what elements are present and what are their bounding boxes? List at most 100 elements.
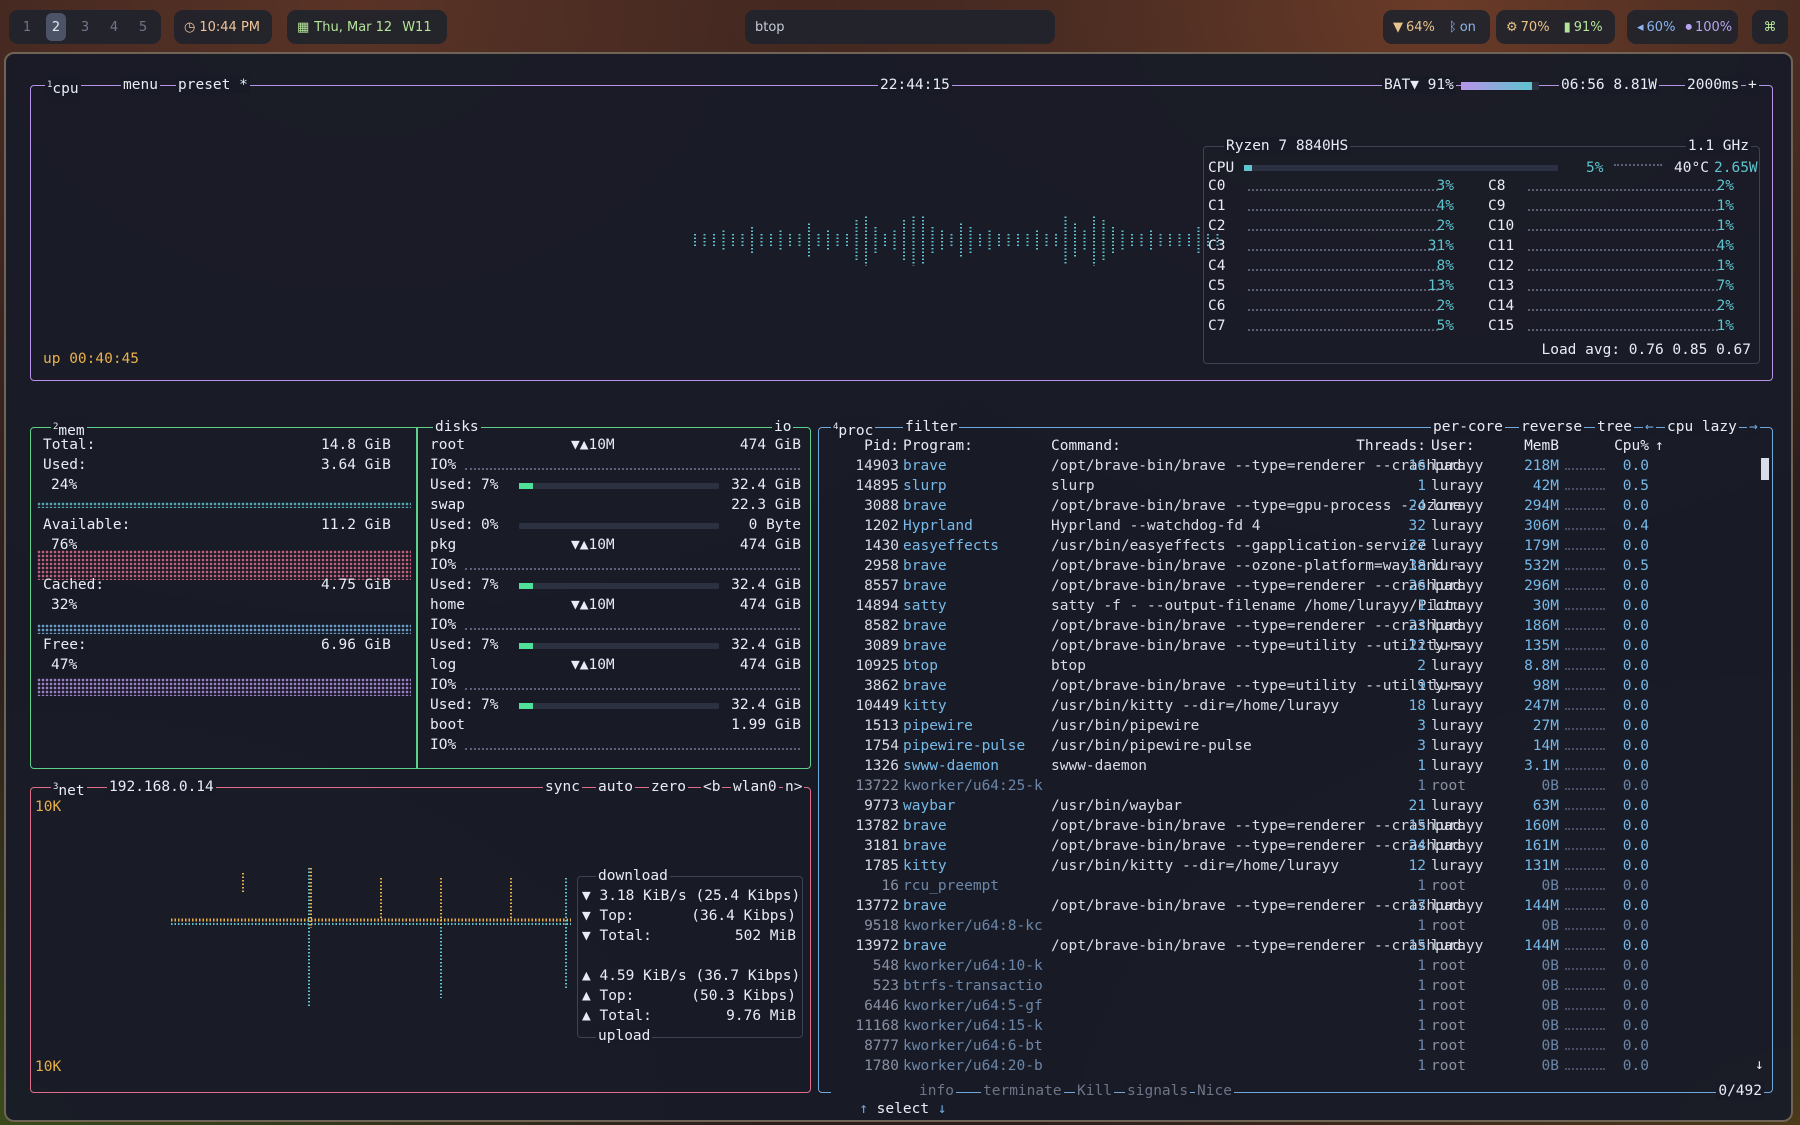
process-row[interactable]: 9518 kworker/u64:8-kc 1 root 0B 0.0 [819,916,1772,936]
process-pid: 8557 [864,578,899,594]
process-row[interactable]: 3862 brave/opt/brave-bin/brave --type=uti… [819,676,1772,696]
net-title[interactable]: 3net [51,778,87,800]
disk-home-name: home [430,597,465,613]
process-mem: 0B [1541,878,1559,894]
sort-mode[interactable]: cpu lazy [1665,418,1739,436]
audio-widget[interactable]: ◂ 60% ⏺ 100% [1627,10,1738,44]
process-row[interactable]: 13722 kworker/u64:25-k 1 root 0B 0.0 [819,776,1772,796]
process-row[interactable]: 11168 kworker/u64:15-k 1 root 0B 0.0 [819,1016,1772,1036]
update-interval[interactable]: 2000ms [1685,76,1742,94]
header-cpu[interactable]: Cpu% [1609,436,1649,456]
header-threads[interactable]: Threads: [1339,436,1426,456]
interval-increase-button[interactable]: + [1746,76,1759,94]
process-program: brave [903,678,947,694]
per-core-toggle[interactable]: per-core [1431,418,1505,436]
process-row[interactable]: 3181 brave/opt/brave-bin/brave --type=ren… [819,836,1772,856]
cpu-power: 2.65W [1714,160,1758,176]
disks-title[interactable]: disks [433,418,481,436]
process-cpu-graph [1565,1068,1605,1070]
process-mem: 0B [1541,1058,1559,1074]
process-row[interactable]: 10449 kitty/usr/bin/kitty --dir=/home/lur… [819,696,1772,716]
terminate-button[interactable]: terminate [981,1082,1064,1100]
upload-top: (50.3 Kibps) [691,988,796,1004]
reverse-toggle[interactable]: reverse [1519,418,1585,436]
select-up-icon[interactable]: ↑ [859,1101,876,1117]
process-row[interactable]: 8557 brave/opt/brave-bin/brave --type=ren… [819,576,1772,596]
process-row[interactable]: 13782 brave/opt/brave-bin/brave --type=re… [819,816,1772,836]
net-sync-toggle[interactable]: sync [543,778,582,796]
download-total-label: ▼ Total: [582,928,652,944]
header-user[interactable]: User: [1431,436,1475,456]
process-program: kworker/u64:10-k [903,958,1043,974]
nice-button[interactable]: Nice [1195,1082,1234,1100]
select-down-icon[interactable]: ↓ [929,1101,947,1117]
process-row[interactable]: 8777 kworker/u64:6-bt 1 root 0B 0.0 [819,1036,1772,1056]
process-row[interactable]: 3088 brave/opt/brave-bin/brave --type=gpu… [819,496,1772,516]
header-pid[interactable]: Pid: [849,436,899,456]
download-title: download [596,867,670,885]
sort-prev-button[interactable]: ← [1643,418,1656,436]
process-row[interactable]: 16 rcu_preempt 1 root 0B 0.0 [819,876,1772,896]
process-row[interactable]: 14895 slurp slurp 1 lurayy 42M 0.5 [819,476,1772,496]
process-row[interactable]: 8582 brave/opt/brave-bin/brave --type=ren… [819,616,1772,636]
scroll-up-arrow[interactable]: ↑ [1655,436,1664,456]
tree-toggle[interactable]: tree [1595,418,1634,436]
cpu-title[interactable]: 1cpu [45,76,81,98]
process-user: lurayy [1431,578,1484,594]
disk-root-io-graph [465,468,800,470]
net-prev-iface-button[interactable]: <b [701,778,723,796]
disk-home-size: 474 GiB [739,597,801,613]
process-row[interactable]: 3089 brave/opt/brave-bin/brave --type=uti… [819,636,1772,656]
network-bt-widget[interactable]: ▼ 64% ᛒ on [1383,10,1490,44]
process-row[interactable]: 1785 kitty/usr/bin/kitty --dir=/home/lura… [819,856,1772,876]
date-widget[interactable]: ▦ Thu, Mar 12 W11 [287,10,447,44]
process-row[interactable]: 1430 easyeffects/usr/bin/easyeffects --ga… [819,536,1772,556]
workspace-4[interactable]: 4 [104,13,124,41]
core-c7-graph [1248,329,1438,331]
process-row[interactable]: 1326 swww-daemon swww-daemon 1 lurayy 3.1M 0.0 [819,756,1772,776]
process-row[interactable]: 523 btrfs-transactio 1 root 0B 0.0 [819,976,1772,996]
workspace-5[interactable]: 5 [133,13,153,41]
preset-button[interactable]: preset * [176,76,250,94]
process-row[interactable]: 2958 brave/opt/brave-bin/brave --ozone-pl… [819,556,1772,576]
net-auto-toggle[interactable]: auto [596,778,635,796]
launcher-button[interactable]: ⌘ [1752,10,1788,44]
select-label[interactable]: select [877,1101,929,1117]
process-row[interactable]: 14903 brave/opt/brave-bin/brave --type=re… [819,456,1772,476]
signals-button[interactable]: signals [1125,1082,1191,1100]
core-c5-pct: 13% [1427,278,1454,294]
header-command[interactable]: Command: [1051,436,1121,456]
process-row[interactable]: 6446 kworker/u64:5-gf 1 root 0B 0.0 [819,996,1772,1016]
process-row[interactable]: 10925 btop btop 2 lurayy 8.8M 0.0 [819,656,1772,676]
process-row[interactable]: 1754 pipewire-pulse/usr/bin/pipewire-puls… [819,736,1772,756]
cpu-battery-widget[interactable]: ⚙ 70% ▮ 91% [1496,10,1615,44]
workspace-3[interactable]: 3 [75,13,95,41]
process-row[interactable]: 14894 satty satty -f - --output-filename /… [819,596,1772,616]
header-program[interactable]: Program: [903,436,973,456]
core-c10-pct: 1% [1716,218,1734,234]
net-zero-toggle[interactable]: zero [649,778,688,796]
process-row[interactable]: 1513 pipewire/usr/bin/pipewire 3 lurayy 27M 0… [819,716,1772,736]
process-row[interactable]: 9773 waybar/usr/bin/waybar 21 lurayy 63M 0.0 [819,796,1772,816]
process-row[interactable]: 1780 kworker/u64:20-b 1 root 0B 0.0 [819,1056,1772,1076]
menu-button[interactable]: menu [121,76,160,94]
proc-filter[interactable]: filter [903,418,960,436]
process-threads: 3 [1417,738,1426,754]
process-row[interactable]: 13772 brave/opt/brave-bin/brave --type=re… [819,896,1772,916]
process-row[interactable]: 1202 Hyprland Hyprland --watchdog-fd 4 32 lu… [819,516,1772,536]
sort-next-button[interactable]: → [1747,418,1760,436]
workspace-1[interactable]: 1 [17,13,37,41]
net-ip: 192.168.0.14 [107,778,216,796]
disks-io-toggle[interactable]: io [772,418,794,436]
process-row[interactable]: 548 kworker/u64:10-k 1 root 0B 0.0 [819,956,1772,976]
clock-widget[interactable]: ◷ 10:44 PM [174,10,272,44]
workspace-2[interactable]: 2 [46,13,66,41]
disk-pkg-size: 474 GiB [739,537,801,553]
header-mem[interactable]: MemB [1499,436,1559,456]
kill-button[interactable]: Kill [1075,1082,1114,1100]
bluetooth-status: on [1459,19,1476,35]
net-next-iface-button[interactable]: n> [783,778,805,796]
process-row[interactable]: 13972 brave/opt/brave-bin/brave --type=re… [819,936,1772,956]
info-button[interactable]: info [917,1082,956,1100]
process-threads: 23 [1408,618,1426,634]
